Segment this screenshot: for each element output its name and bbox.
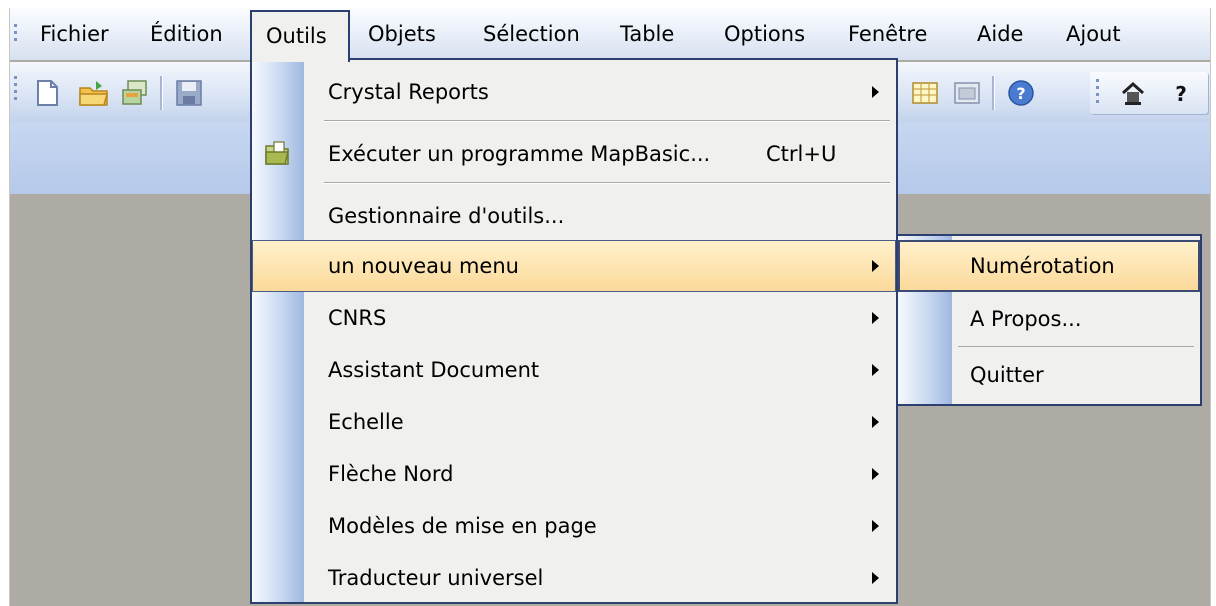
menu-item-label: CNRS	[328, 306, 387, 330]
menu-item-label: Numérotation	[970, 254, 1115, 278]
menu-item-label: Echelle	[328, 410, 404, 434]
toolbar-separator	[160, 76, 163, 110]
svg-text:?: ?	[1016, 84, 1025, 103]
toolbar-separator	[992, 76, 995, 110]
menu-item-label: Exécuter un programme MapBasic...	[328, 142, 711, 166]
menu-bar: Fichier Édition Outils Objets Sélection …	[10, 8, 1210, 62]
submenu-arrow-icon	[872, 86, 879, 98]
menu-item-crystal-reports[interactable]: Crystal Reports	[252, 66, 896, 118]
new-document-icon[interactable]	[32, 78, 62, 108]
menu-options[interactable]: Options	[724, 8, 805, 60]
nouveau-menu-submenu: Numérotation A Propos... Quitter	[896, 234, 1202, 406]
outils-dropdown-menu: Crystal Reports Exécuter un programme Ma…	[250, 58, 898, 604]
menu-divider	[324, 120, 890, 122]
menu-item-gestionnaire-outils[interactable]: Gestionnaire d'outils...	[252, 190, 896, 242]
question-mark-icon[interactable]: ?	[1166, 78, 1196, 108]
menu-outils[interactable]: Outils	[250, 10, 350, 62]
save-icon[interactable]	[174, 78, 204, 108]
menu-aide[interactable]: Aide	[977, 8, 1023, 60]
menu-divider	[958, 346, 1194, 347]
submenu-arrow-icon	[872, 572, 879, 584]
submenu-item-quitter[interactable]: Quitter	[898, 350, 1200, 402]
menu-item-executer-mapbasic[interactable]: Exécuter un programme MapBasic... Ctrl+U	[252, 128, 896, 180]
submenu-item-numerotation[interactable]: Numérotation	[898, 240, 1200, 292]
submenu-arrow-icon	[872, 416, 879, 428]
help-icon[interactable]: ?	[1006, 78, 1036, 108]
run-mapbasic-icon	[262, 138, 292, 172]
menu-fenetre[interactable]: Fenêtre	[848, 8, 927, 60]
open-workspace-icon[interactable]	[120, 78, 150, 108]
submenu-arrow-icon	[872, 364, 879, 376]
menu-item-label: Crystal Reports	[328, 80, 489, 104]
menu-item-label: Assistant Document	[328, 358, 540, 382]
grid-browser-icon[interactable]	[910, 78, 940, 108]
menu-item-label: Traducteur universel	[328, 566, 544, 590]
toolbar-grip[interactable]	[1096, 79, 1100, 107]
menu-item-cnrs[interactable]: CNRS	[252, 292, 896, 344]
menu-item-modeles-mise-en-page[interactable]: Modèles de mise en page	[252, 500, 896, 552]
svg-text:?: ?	[1175, 82, 1187, 106]
menu-ajout[interactable]: Ajout	[1066, 8, 1121, 60]
menu-item-nouveau-menu[interactable]: un nouveau menu	[252, 240, 896, 292]
menu-fichier[interactable]: Fichier	[40, 8, 109, 60]
menu-item-assistant-document[interactable]: Assistant Document	[252, 344, 896, 396]
menu-item-label: Quitter	[970, 363, 1044, 387]
layout-window-icon[interactable]	[952, 78, 982, 108]
secondary-toolbar: ?	[1090, 72, 1208, 114]
menu-table[interactable]: Table	[620, 8, 674, 60]
menu-item-echelle[interactable]: Echelle	[252, 396, 896, 448]
submenu-item-a-propos[interactable]: A Propos...	[898, 294, 1200, 346]
submenu-arrow-icon	[872, 520, 879, 532]
menu-divider	[324, 182, 890, 184]
menu-selection[interactable]: Sélection	[483, 8, 580, 60]
menu-edition[interactable]: Édition	[150, 8, 223, 60]
menu-item-label: Flèche Nord	[328, 462, 454, 486]
toolbar-grip[interactable]	[14, 76, 18, 104]
application-window: Fichier Édition Outils Objets Sélection …	[9, 8, 1211, 606]
menu-item-label: Gestionnaire d'outils...	[328, 204, 565, 228]
open-folder-icon[interactable]	[78, 78, 108, 108]
menu-objets[interactable]: Objets	[368, 8, 436, 60]
menu-item-label: A Propos...	[970, 307, 1082, 331]
shortcut-label: Ctrl+U	[766, 142, 837, 166]
home-icon[interactable]	[1118, 78, 1148, 108]
submenu-arrow-icon	[872, 312, 879, 324]
menu-item-label: un nouveau menu	[328, 254, 519, 278]
submenu-arrow-icon	[872, 260, 879, 272]
menu-item-label: Modèles de mise en page	[328, 514, 597, 538]
submenu-arrow-icon	[872, 468, 879, 480]
menu-item-traducteur-universel[interactable]: Traducteur universel	[252, 552, 896, 604]
menu-item-fleche-nord[interactable]: Flèche Nord	[252, 448, 896, 500]
menubar-grip[interactable]	[14, 24, 18, 45]
